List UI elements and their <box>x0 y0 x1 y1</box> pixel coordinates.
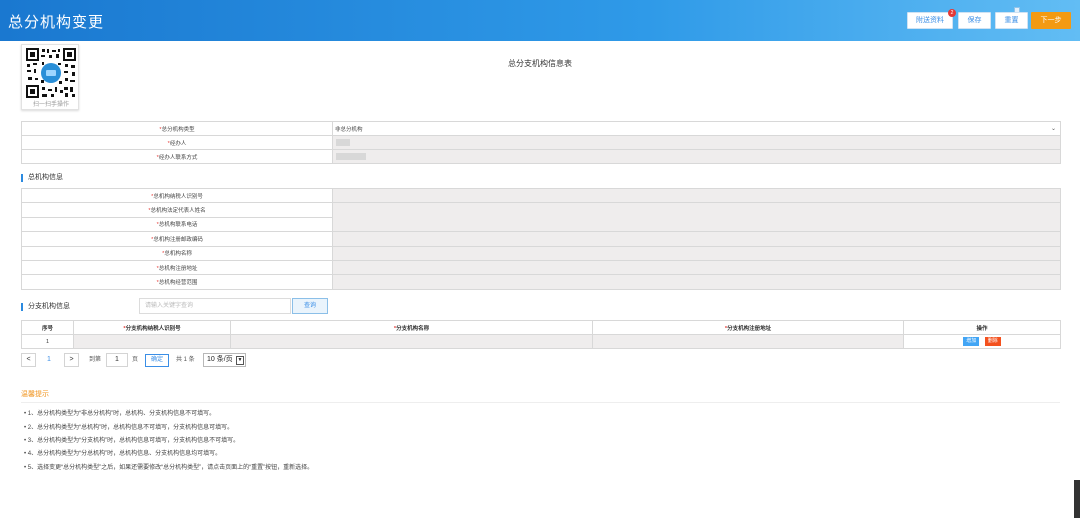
goto-label: 到第 <box>89 357 102 363</box>
table-row: *总机构注册地址 <box>21 259 1061 276</box>
hq-scope-field[interactable] <box>332 274 1061 290</box>
tips-title: 温馨提示 <box>21 391 49 398</box>
contact-field[interactable] <box>332 149 1061 164</box>
qr-code-card: 扫一扫手操作 <box>21 44 79 110</box>
form-title: 总分支机构信息表 <box>508 59 572 68</box>
top-header: 总分机构变更 附送资料 2 保存 重置 下一步 <box>0 0 1080 41</box>
hq-address-field[interactable] <box>332 259 1061 276</box>
hq-name-field[interactable] <box>332 245 1061 261</box>
col-header-taxpayer-id: *分支机构纳税人识别号 <box>73 320 231 335</box>
delete-row-button[interactable]: 删除 <box>984 337 1001 346</box>
hq-section-title: 总机构信息 <box>21 174 63 182</box>
chevron-down-icon: ⌄ <box>1050 125 1056 132</box>
table-row: *总机构注册邮政编码 <box>21 231 1061 247</box>
attach-count-badge: 2 <box>948 9 956 17</box>
col-header-address: *分支机构注册地址 <box>592 320 904 335</box>
branch-section-title: 分支机构信息 <box>21 303 70 311</box>
branch-taxpayer-id-cell[interactable] <box>73 334 231 349</box>
page-size-select[interactable]: 10 条/页 ▼ <box>203 353 246 367</box>
tip-item: • 5、选择变更“总分机构类型”之后，如果还需要修改“总分机构类型”，请点击页面… <box>24 465 314 471</box>
hq-field-label: *总机构注册地址 <box>21 259 333 276</box>
prev-page-button[interactable]: < <box>21 353 36 367</box>
table-row: *总机构名称 <box>21 245 1061 261</box>
col-header-actions: 操作 <box>903 320 1061 335</box>
handler-label: *经办人 <box>21 135 333 150</box>
actions-cell: 增加 删除 <box>903 334 1061 349</box>
page-number-input[interactable]: 1 <box>106 353 128 367</box>
page-unit-label: 页 <box>132 357 139 363</box>
next-step-button[interactable]: 下一步 <box>1031 12 1071 29</box>
side-scroll-handle[interactable] <box>1074 480 1080 518</box>
goto-confirm-button[interactable]: 确定 <box>145 354 169 367</box>
query-button[interactable]: 查询 <box>292 298 328 314</box>
hq-legal-rep-field[interactable] <box>332 202 1061 233</box>
hq-field-label: *总机构联系电话 <box>21 216 333 233</box>
table-row: *总机构经营范围 <box>21 274 1061 290</box>
tip-item: • 3、总分机构类型为“分支机构”时，总机构信息可填写，分支机构信息不可填写。 <box>24 438 240 444</box>
branch-name-cell[interactable] <box>230 334 593 349</box>
hq-taxpayer-id-field[interactable] <box>332 187 1061 204</box>
tip-item: • 1、总分机构类型为“非总分机构”时，总机构、分支机构信息不可填写。 <box>24 411 216 417</box>
branch-search-input[interactable]: 请输入关键字查询 <box>139 298 291 314</box>
table-row: *总机构纳税人识别号 <box>21 187 1061 204</box>
row-number: 1 <box>21 334 74 349</box>
tip-item: • 4、总分机构类型为“分总机构”时，总机构信息、分支机构信息均可填写。 <box>24 451 222 457</box>
type-label: *总分机构类型 <box>21 121 333 136</box>
save-button[interactable]: 保存 <box>958 12 991 29</box>
qr-code-icon <box>25 47 77 99</box>
table-row: *总机构法定代表人姓名 <box>21 202 1061 233</box>
table-row: *总分机构类型 非总分机构 ⌄ <box>21 121 1061 136</box>
hq-field-label: *总机构注册邮政编码 <box>21 231 333 247</box>
hq-field-label: *总机构经营范围 <box>21 274 333 290</box>
qr-caption: 扫一扫手操作 <box>32 102 69 108</box>
table-row: *经办人 <box>21 135 1061 150</box>
institution-type-select[interactable]: 非总分机构 ⌄ <box>332 121 1061 136</box>
contact-label: *经办人联系方式 <box>21 149 333 164</box>
table-header-row: 序号 *分支机构纳税人识别号 *分支机构名称 *分支机构注册地址 操作 <box>21 320 1061 335</box>
col-header-no: 序号 <box>21 320 74 335</box>
handler-field[interactable] <box>332 135 1061 150</box>
tip-item: • 2、总分机构类型为“总机构”时，总机构信息不可填写，分支机构信息可填写。 <box>24 425 234 431</box>
total-count: 共 1 条 <box>176 357 195 363</box>
hq-postcode-field[interactable] <box>332 231 1061 247</box>
divider <box>21 402 1060 403</box>
hq-field-label: *总机构法定代表人姓名 <box>21 202 333 218</box>
branch-table: 序号 *分支机构纳税人识别号 *分支机构名称 *分支机构注册地址 操作 1 增加… <box>21 320 1061 349</box>
hq-field-label: *总机构名称 <box>21 245 333 261</box>
page-title: 总分机构变更 <box>8 13 105 31</box>
basic-info-table: *总分机构类型 非总分机构 ⌄ *经办人 *经办人联系方式 <box>21 121 1061 164</box>
current-page-number[interactable]: 1 <box>47 353 51 367</box>
col-header-name: *分支机构名称 <box>230 320 593 335</box>
hq-field-label: *总机构纳税人识别号 <box>21 187 333 204</box>
chevron-down-icon: ▼ <box>236 356 244 365</box>
table-row: *经办人联系方式 <box>21 149 1061 164</box>
hq-info-table: *总机构纳税人识别号 *总机构法定代表人姓名 *总机构联系电话 *总机构注册邮政… <box>21 187 1061 290</box>
branch-address-cell[interactable] <box>592 334 904 349</box>
next-page-button[interactable]: > <box>64 353 79 367</box>
reset-button[interactable]: 重置 <box>995 12 1028 29</box>
attach-materials-button[interactable]: 附送资料 <box>907 12 953 29</box>
add-row-button[interactable]: 增加 <box>963 337 980 346</box>
table-row: 1 增加 删除 <box>21 334 1061 349</box>
